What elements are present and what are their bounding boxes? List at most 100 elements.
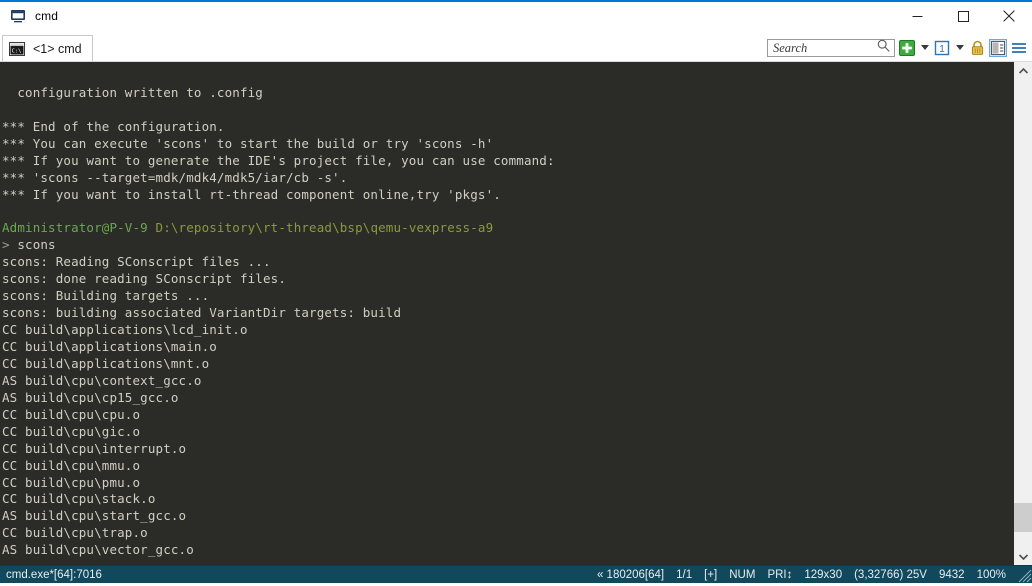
title-bar: cmd (0, 2, 1032, 30)
terminal-line: *** End of the configuration. (2, 119, 1013, 136)
status-num-lock[interactable]: NUM (723, 567, 761, 583)
terminal-text: CC build\applications\mnt.o (2, 355, 210, 371)
terminal-scrollbar[interactable] (1013, 62, 1032, 565)
terminal-text: *** If you want to install rt-thread com… (2, 186, 501, 202)
console-icon (10, 8, 26, 24)
close-button[interactable] (986, 2, 1032, 30)
toolbar: 1 (767, 39, 1028, 57)
terminal-text: *** If you want to generate the IDE's pr… (2, 152, 555, 168)
search-box[interactable] (767, 39, 895, 57)
terminal-line: > scons (2, 237, 1013, 254)
terminal-line: CC build\cpu\trap.o (2, 525, 1013, 542)
terminal-text: *** End of the configuration. (2, 118, 225, 134)
terminal-line: *** If you want to generate the IDE's pr… (2, 153, 1013, 170)
new-console-button[interactable] (898, 39, 916, 57)
terminal-line: *** If you want to install rt-thread com… (2, 187, 1013, 204)
conemu-window: cmd C:\ <1> cmd Search 1 configuration w… (0, 0, 1032, 583)
status-process: cmd.exe*[64]:7016 (6, 568, 102, 581)
terminal-text: CC build\cpu\cpu.o (2, 406, 141, 422)
minimize-button[interactable] (894, 2, 940, 30)
status-cursor-position[interactable]: (3,32766) 25V (848, 567, 933, 583)
console-tab-icon: C:\ (9, 41, 25, 56)
terminal-text: configuration written to .config (2, 84, 263, 100)
terminal-text: CC build\cpu\stack.o (2, 491, 156, 507)
tab-cmd-1[interactable]: C:\ <1> cmd (2, 35, 93, 61)
terminal-area: configuration written to .config *** End … (0, 62, 1032, 565)
terminal-line: scons: Reading SConscript files ... (2, 254, 1013, 271)
terminal-line: scons: building associated VariantDir ta… (2, 305, 1013, 322)
terminal-text: Administrator@P-V-9 (2, 220, 148, 236)
svg-text:C:\: C:\ (12, 48, 22, 54)
status-cells: « 180206[64] 1/1 [+] NUM PRI↕ 129x30 (3,32766)… (591, 567, 1014, 583)
terminal-line: CC build\cpu\pmu.o (2, 475, 1013, 492)
status-priority[interactable]: PRI↕ (761, 567, 798, 583)
terminal-output[interactable]: configuration written to .config *** End … (0, 62, 1013, 565)
split-panel-icon[interactable] (989, 39, 1007, 57)
terminal-line: CC build\cpu\stack.o (2, 491, 1013, 508)
terminal-line: *** 'scons --target=mdk/mdk4/mdk5/iar/cb… (2, 170, 1013, 187)
scrollbar-track[interactable] (1014, 79, 1032, 548)
terminal-text: CC build\cpu\pmu.o (2, 474, 141, 490)
scrollbar-thumb[interactable] (1014, 503, 1032, 532)
terminal-line: Administrator@P-V-9 D:\repository\rt-thr… (2, 220, 1013, 237)
terminal-line: CC build\cpu\cpu.o (2, 407, 1013, 424)
active-console-dropdown[interactable] (954, 39, 965, 57)
terminal-line: CC build\applications\mnt.o (2, 356, 1013, 373)
terminal-line: AS build\cpu\cp15_gcc.o (2, 390, 1013, 407)
terminal-line: CC build\applications\main.o (2, 339, 1013, 356)
terminal-text: AS build\cpu\start_gcc.o (2, 508, 187, 524)
terminal-text: scons: Building targets ... (2, 288, 210, 304)
terminal-line: AS build\cpu\vector_gcc.o (2, 542, 1013, 559)
scroll-up-button[interactable] (1014, 62, 1032, 79)
terminal-text: CC build\cpu\mmu.o (2, 457, 141, 473)
status-build-number[interactable]: « 180206[64] (591, 567, 670, 583)
terminal-line: configuration written to .config (2, 85, 1013, 102)
terminal-line: AS build\cpu\start_gcc.o (2, 508, 1013, 525)
status-buffer-flag[interactable]: [+] (698, 567, 723, 583)
tab-strip: C:\ <1> cmd Search 1 (0, 30, 1032, 62)
terminal-text: scons: done reading SConscript files. (2, 271, 286, 287)
terminal-line: CC build\cpu\interrupt.o (2, 441, 1013, 458)
status-memory[interactable]: 9432 (933, 567, 971, 583)
active-console-button[interactable]: 1 (933, 39, 951, 57)
terminal-text: scons (17, 237, 56, 253)
terminal-text: *** You can execute 'scons' to start the… (2, 135, 494, 151)
search-input[interactable] (773, 40, 877, 56)
status-console-size[interactable]: 129x30 (798, 567, 848, 583)
resize-grip[interactable] (1016, 567, 1032, 583)
new-console-dropdown[interactable] (919, 39, 930, 57)
terminal-text: *** 'scons --target=mdk/mdk4/mdk5/iar/cb… (2, 169, 348, 185)
terminal-text: CC build\cpu\gic.o (2, 423, 141, 439)
terminal-line: CC build\applications\lcd_init.o (2, 322, 1013, 339)
lock-icon[interactable] (968, 39, 986, 57)
scroll-down-button[interactable] (1014, 548, 1032, 565)
terminal-text: CC build\applications\main.o (2, 339, 217, 354)
terminal-text: CC build\applications\lcd_init.o (2, 322, 248, 338)
status-console-index[interactable]: 1/1 (670, 567, 698, 583)
hamburger-menu-icon[interactable] (1010, 39, 1028, 57)
svg-text:1: 1 (939, 44, 945, 55)
terminal-text: CC build\cpu\trap.o (2, 525, 148, 541)
terminal-text: CC build\cpu\interrupt.o (2, 440, 187, 456)
terminal-line: scons: done reading SConscript files. (2, 271, 1013, 288)
status-zoom[interactable]: 100% (971, 567, 1012, 583)
terminal-line: CC build\cpu\gic.o (2, 424, 1013, 441)
window-title: cmd (35, 9, 58, 23)
terminal-text: AS build\cpu\cp15_gcc.o (2, 389, 179, 405)
terminal-line: *** You can execute 'scons' to start the… (2, 136, 1013, 153)
terminal-line: CC build\cpu\mmu.o (2, 458, 1013, 475)
window-controls (894, 2, 1032, 30)
search-icon[interactable] (877, 39, 890, 57)
terminal-text: scons: Reading SConscript files ... (2, 254, 271, 270)
terminal-text: D:\repository\rt-thread\bsp\qemu-vexpres… (155, 220, 494, 236)
terminal-line: scons: Building targets ... (2, 288, 1013, 305)
terminal-text: AS build\cpu\vector_gcc.o (2, 542, 194, 558)
terminal-text: AS build\cpu\context_gcc.o (2, 372, 202, 388)
status-bar: cmd.exe*[64]:7016 « 180206[64] 1/1 [+] NUM P… (0, 565, 1032, 583)
tab-label: <1> cmd (33, 41, 82, 56)
terminal-text: > (2, 237, 18, 253)
maximize-button[interactable] (940, 2, 986, 30)
